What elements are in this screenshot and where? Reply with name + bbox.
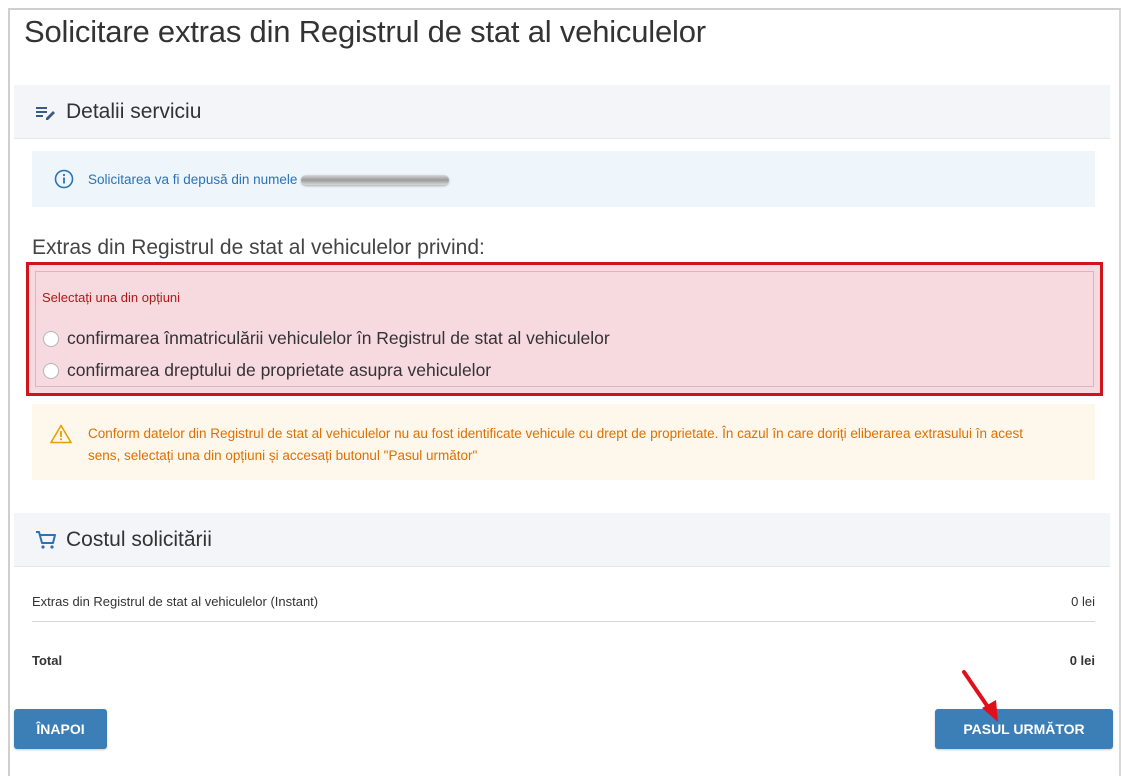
warning-alert: Conform datelor din Registrul de stat al…: [32, 404, 1095, 480]
options-hint: Selectați una din opțiuni: [42, 290, 181, 305]
total-label: Total: [32, 653, 63, 668]
info-icon: [54, 169, 74, 189]
info-alert: Solicitarea va fi depusă din numele: [32, 151, 1095, 207]
extract-subtitle: Extras din Registrul de stat al vehicule…: [32, 236, 485, 259]
total-value: 0 lei: [1069, 653, 1095, 668]
redacted-name: [301, 174, 450, 185]
service-details-title: Detalii serviciu: [66, 99, 202, 123]
option-registration[interactable]: confirmarea înmatriculării vehiculelor î…: [43, 328, 610, 349]
warning-text: Conform datelor din Registrul de stat al…: [88, 426, 1024, 463]
cost-divider: [32, 621, 1095, 622]
info-message: Solicitarea va fi depusă din numele: [88, 171, 298, 187]
cost-item-label: Extras din Registrul de stat al vehicule…: [32, 594, 319, 609]
cost-item-row: Extras din Registrul de stat al vehicule…: [32, 594, 1095, 609]
info-text: Solicitarea va fi depusă din numele: [88, 171, 450, 187]
cart-icon: [34, 528, 58, 552]
option-ownership[interactable]: confirmarea dreptului de proprietate asu…: [43, 360, 491, 381]
red-arrow-icon: [962, 670, 998, 722]
option-ownership-label[interactable]: confirmarea dreptului de proprietate asu…: [67, 360, 491, 381]
cost-title: Costul solicitării: [66, 527, 212, 551]
options-group: Selectați una din opțiuni confirmarea în…: [26, 262, 1103, 396]
option-registration-label[interactable]: confirmarea înmatriculării vehiculelor î…: [67, 328, 610, 349]
cost-header: Costul solicitării: [14, 513, 1110, 567]
warning-icon: [50, 424, 72, 444]
page-title: Solicitare extras din Registrul de stat …: [24, 14, 706, 49]
service-details-header: Detalii serviciu: [14, 85, 1110, 139]
back-button[interactable]: ÎNAPOI: [14, 709, 107, 749]
radio-registration[interactable]: [43, 330, 59, 347]
list-edit-icon: [34, 100, 58, 124]
total-row: Total 0 lei: [32, 653, 1095, 668]
radio-ownership[interactable]: [43, 362, 59, 379]
cost-item-value: 0 lei: [1071, 594, 1095, 609]
